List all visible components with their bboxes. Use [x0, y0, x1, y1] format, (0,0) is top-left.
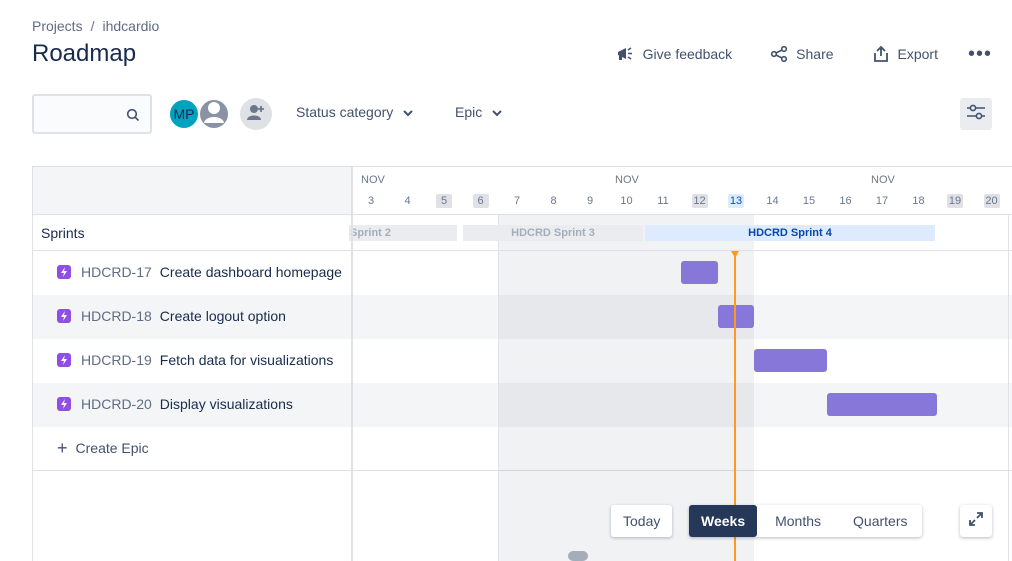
zoom-weeks-button[interactable]: Weeks [689, 505, 758, 537]
sprint-bar[interactable]: HDCRD Sprint 3 [463, 225, 643, 241]
status-category-label: Status category [296, 104, 394, 120]
search-input[interactable] [32, 94, 152, 134]
timeline-header: NOV NOV NOV 3 4 5 6 7 8 9 10 11 12 13 14 15 16 17 18 19 2… [353, 167, 1012, 215]
day-tick-label: 4 [404, 195, 411, 207]
epic-icon [57, 265, 71, 279]
share-icon [770, 45, 788, 63]
day-tick-label: 18 [912, 195, 925, 207]
breadcrumb-project-link[interactable]: ihdcardio [102, 18, 159, 34]
day-tick-label: 3 [367, 195, 375, 207]
day-tick-label: 10 [620, 195, 633, 207]
avatar-mp[interactable]: MP [168, 98, 200, 130]
epic-row[interactable]: HDCRD-19 Fetch data for visualizations [33, 339, 1012, 383]
epic-timeline-bar[interactable] [754, 349, 828, 372]
share-label: Share [796, 46, 834, 62]
epic-name: Fetch data for visualizations [159, 352, 334, 368]
month-label: NOV [361, 174, 385, 186]
epic-timeline-bar[interactable] [827, 393, 937, 416]
sprint-bar[interactable]: Sprint 2 [349, 225, 457, 241]
epic-icon [57, 397, 71, 411]
epic-timeline-bar[interactable] [717, 305, 755, 328]
fullscreen-button[interactable] [960, 505, 992, 537]
export-button[interactable]: Export [872, 45, 938, 63]
zoom-months-button[interactable]: Months [757, 505, 839, 537]
user-icon [200, 98, 228, 131]
breadcrumb: Projects / ihdcardio [32, 18, 159, 34]
today-button[interactable]: Today [611, 505, 672, 537]
create-epic-button[interactable]: + Create Epic [57, 439, 149, 457]
epic-name: Display visualizations [159, 396, 293, 412]
epic-name: Create logout option [159, 308, 286, 324]
more-actions-button[interactable]: ••• [968, 44, 992, 64]
day-tick-label: 11 [657, 195, 669, 207]
chevron-down-icon [492, 104, 502, 120]
epic-key[interactable]: HDCRD-18 [81, 308, 152, 324]
roadmap-grid: NOV NOV NOV 3 4 5 6 7 8 9 10 11 12 13 14 15 16 17 18 19 2… [32, 166, 1012, 561]
day-tick-label: 7 [513, 195, 521, 207]
epic-icon [57, 353, 71, 367]
zoom-toggle: Weeks Months Quarters [689, 505, 922, 537]
day-tick-label: 12 [691, 194, 708, 208]
create-epic-label: Create Epic [75, 440, 149, 456]
megaphone-icon [615, 44, 635, 64]
day-tick-label: 20 [983, 194, 1000, 208]
epic-filter-label: Epic [455, 104, 483, 120]
epic-icon [57, 309, 71, 323]
avatar-unassigned[interactable] [198, 98, 230, 130]
epic-key[interactable]: HDCRD-20 [81, 396, 152, 412]
epic-row[interactable]: HDCRD-20 Display visualizations [33, 383, 1012, 427]
add-person-icon [246, 102, 266, 127]
sprints-label: Sprints [41, 225, 85, 241]
share-button[interactable]: Share [770, 45, 834, 63]
today-marker-icon [731, 251, 739, 258]
epic-timeline-bar[interactable] [681, 261, 718, 284]
month-label: NOV [615, 174, 639, 186]
header-actions: Give feedback Share Export ••• [577, 40, 992, 68]
epic-key[interactable]: HDCRD-19 [81, 352, 152, 368]
status-category-filter[interactable]: Status category [296, 104, 413, 120]
breadcrumb-projects-link[interactable]: Projects [32, 18, 83, 34]
zoom-quarters-button[interactable]: Quarters [839, 505, 921, 537]
breadcrumb-separator: / [90, 18, 95, 34]
add-people-button[interactable] [240, 98, 272, 130]
list-header [33, 167, 352, 215]
today-button-wrap: Today [611, 505, 673, 537]
epic-filter[interactable]: Epic [455, 104, 502, 120]
sliders-icon [966, 103, 986, 126]
day-tick-label: 14 [766, 195, 779, 207]
day-tick-label: 9 [586, 195, 594, 207]
epic-row[interactable]: HDCRD-18 Create logout option [33, 295, 1012, 339]
day-tick-label: 15 [802, 195, 816, 207]
epic-key[interactable]: HDCRD-17 [81, 264, 152, 280]
epic-name: Create dashboard homepage [159, 264, 342, 280]
chevron-down-icon [403, 104, 413, 120]
day-tick-label: 5 [436, 194, 452, 208]
day-tick-label: 16 [839, 195, 852, 207]
expand-icon [968, 511, 984, 532]
page-title: Roadmap [32, 40, 137, 67]
epic-item[interactable]: HDCRD-19 Fetch data for visualizations [57, 352, 333, 368]
day-tick-label: 8 [550, 195, 557, 207]
epic-item[interactable]: HDCRD-20 Display visualizations [57, 396, 293, 412]
horizontal-scrollbar-thumb[interactable] [568, 551, 588, 561]
day-tick-label: 6 [472, 194, 489, 208]
sprint-bar[interactable]: HDCRD Sprint 4 [645, 225, 935, 241]
month-label: NOV [871, 174, 895, 186]
day-tick-label: 17 [875, 195, 889, 207]
day-tick-label: 19 [947, 194, 963, 208]
plus-icon: + [57, 438, 68, 458]
create-epic-row: + Create Epic [33, 427, 1012, 471]
sprints-row: Sprints Sprint 2 HDCRD Sprint 3 HDCRD Spri… [33, 215, 1012, 251]
epic-row[interactable]: HDCRD-17 Create dashboard homepage [33, 251, 1012, 295]
give-feedback-label: Give feedback [642, 46, 733, 62]
give-feedback-button[interactable]: Give feedback [615, 44, 733, 64]
epic-item[interactable]: HDCRD-18 Create logout option [57, 308, 286, 324]
view-settings-button[interactable] [960, 98, 992, 130]
day-tick-label: 13 [728, 194, 744, 208]
export-icon [872, 45, 890, 63]
epic-item[interactable]: HDCRD-17 Create dashboard homepage [57, 264, 342, 280]
export-label: Export [897, 46, 938, 62]
